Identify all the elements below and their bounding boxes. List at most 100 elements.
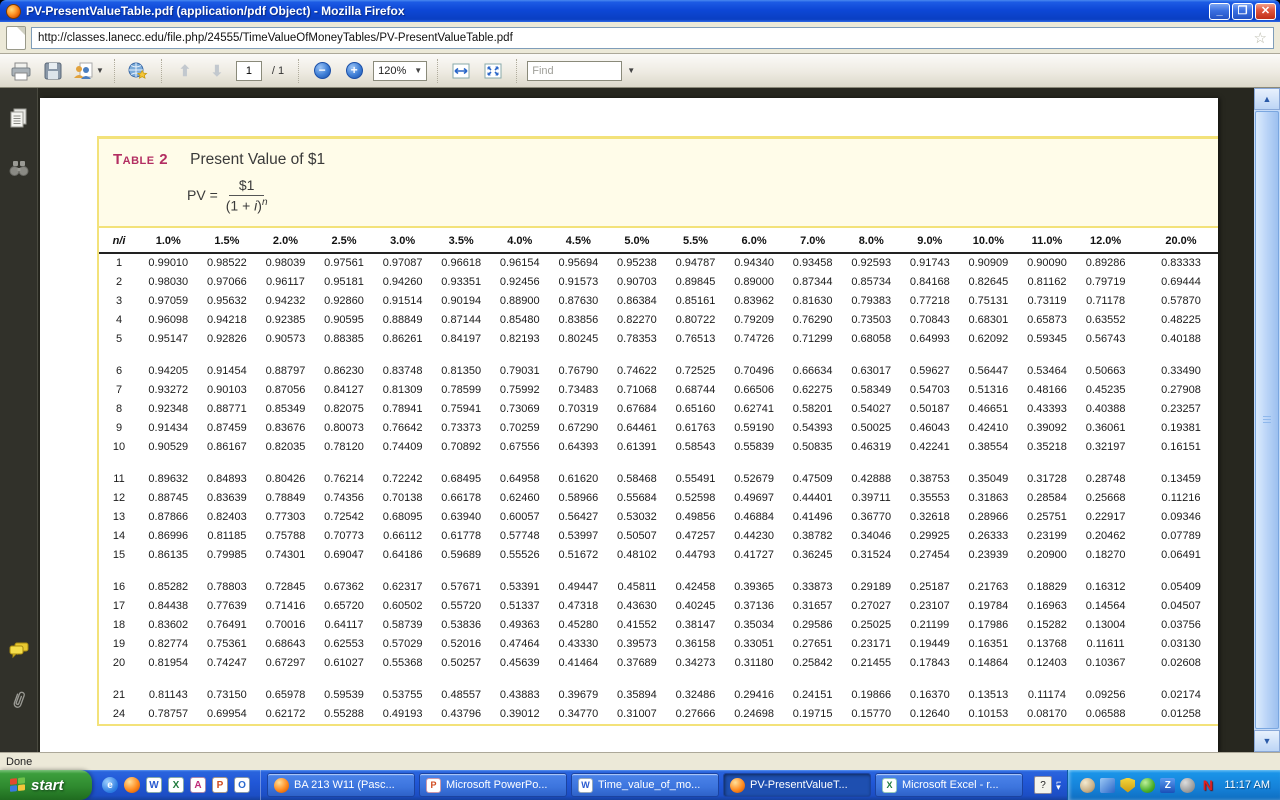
- pv-value-cell: 0.67684: [608, 400, 667, 419]
- pv-value-cell: 0.84438: [139, 597, 198, 616]
- pv-value-cell: 0.60502: [373, 597, 432, 616]
- binoculars-icon: [8, 159, 30, 177]
- print-button[interactable]: [8, 58, 34, 84]
- page-number-input[interactable]: [236, 61, 262, 81]
- pv-value-cell: 0.65160: [666, 400, 725, 419]
- pv-table-frame: Table 2 Present Value of $1 PV = $1 (1 +…: [97, 136, 1218, 726]
- bookmark-star-icon[interactable]: ☆: [1254, 29, 1267, 47]
- access-quicklaunch-icon[interactable]: A: [190, 777, 206, 793]
- z-app-icon[interactable]: Z: [1160, 778, 1175, 793]
- taskbar-task[interactable]: PMicrosoft PowerPo...: [419, 773, 567, 797]
- word-quicklaunch-icon[interactable]: W: [146, 777, 162, 793]
- pv-value-cell: 0.25751: [1018, 508, 1077, 527]
- status-text: Done: [6, 756, 32, 768]
- toolbar-chevron[interactable]: ⌐▾: [1056, 780, 1061, 790]
- pages-panel-button[interactable]: [7, 106, 31, 130]
- pv-value-cell: 0.31180: [725, 654, 784, 673]
- zoom-in-button[interactable]: +: [341, 58, 367, 84]
- pv-value-cell: 0.31524: [842, 546, 901, 565]
- close-button[interactable]: ✕: [1255, 3, 1276, 20]
- powerpoint-quicklaunch-icon[interactable]: P: [212, 777, 228, 793]
- pv-value-cell: 0.35553: [901, 489, 960, 508]
- pv-value-cell: 0.73373: [432, 419, 491, 438]
- novell-icon[interactable]: N: [1200, 778, 1215, 793]
- taskbar-task[interactable]: XMicrosoft Excel - r...: [875, 773, 1023, 797]
- pv-value-cell: 0.70496: [725, 362, 784, 381]
- messenger-icon[interactable]: [1080, 778, 1095, 793]
- pv-value-cell: 0.64186: [373, 546, 432, 565]
- pv-value-cell: 0.79719: [1076, 273, 1135, 292]
- minimize-button[interactable]: _: [1209, 3, 1230, 20]
- attachments-panel-button[interactable]: [7, 688, 31, 712]
- pv-value-cell: 0.52016: [432, 635, 491, 654]
- period-cell: 12: [99, 489, 139, 508]
- pv-value-cell: 0.59627: [901, 362, 960, 381]
- pv-value-cell: 0.13459: [1135, 470, 1218, 489]
- pv-value-cell: 0.03756: [1135, 616, 1218, 635]
- pv-value-cell: 0.27027: [842, 597, 901, 616]
- pv-value-cell: 0.96098: [139, 311, 198, 330]
- pv-value-cell: 0.91434: [139, 419, 198, 438]
- firefox-icon: [730, 778, 745, 793]
- pdf-page: Table 2 Present Value of $1 PV = $1 (1 +…: [40, 98, 1218, 752]
- pv-value-cell: 0.52598: [666, 489, 725, 508]
- pv-value-cell: 0.35034: [725, 616, 784, 635]
- pv-value-cell: 0.42410: [959, 419, 1018, 438]
- pv-value-cell: 0.46884: [725, 508, 784, 527]
- fit-page-button[interactable]: [480, 58, 506, 84]
- find-dropdown-button[interactable]: ▼: [622, 58, 638, 84]
- pv-value-cell: 0.57671: [432, 578, 491, 597]
- previous-page-button[interactable]: ⬆: [172, 58, 198, 84]
- fit-width-button[interactable]: [448, 58, 474, 84]
- pv-value-cell: 0.32618: [901, 508, 960, 527]
- pv-value-cell: 0.57029: [373, 635, 432, 654]
- comments-panel-button[interactable]: [7, 638, 31, 662]
- pv-value-cell: 0.34046: [842, 527, 901, 546]
- pv-value-cell: 0.47318: [549, 597, 608, 616]
- outlook-quicklaunch-icon[interactable]: O: [234, 777, 250, 793]
- save-button[interactable]: [40, 58, 66, 84]
- pv-value-cell: 0.76290: [783, 311, 842, 330]
- next-page-button[interactable]: ⬇: [204, 58, 230, 84]
- language-indicator[interactable]: ?: [1034, 776, 1052, 794]
- restore-button[interactable]: ❐: [1232, 3, 1253, 20]
- network-tool-icon[interactable]: [1100, 778, 1115, 793]
- pv-value-cell: 0.70319: [549, 400, 608, 419]
- pv-value-cell: 0.93351: [432, 273, 491, 292]
- pv-value-cell: 0.74726: [725, 330, 784, 349]
- pv-value-cell: 0.42241: [901, 438, 960, 457]
- find-input[interactable]: [527, 61, 622, 81]
- taskbar-task[interactable]: WTime_value_of_mo...: [571, 773, 719, 797]
- column-header: 11.0%: [1018, 228, 1077, 253]
- share-button[interactable]: [125, 58, 151, 84]
- pv-value-cell: 0.62741: [725, 400, 784, 419]
- collaborate-button[interactable]: ▼: [72, 58, 104, 84]
- firefox-quicklaunch-icon[interactable]: [124, 777, 140, 793]
- pv-value-cell: 0.14564: [1076, 597, 1135, 616]
- pv-value-cell: 0.27651: [783, 635, 842, 654]
- zoom-level-select[interactable]: 120% ▼: [373, 61, 427, 81]
- antivirus-icon[interactable]: [1140, 778, 1155, 793]
- zoom-out-button[interactable]: −: [309, 58, 335, 84]
- vertical-scrollbar[interactable]: ▲ ▼: [1254, 88, 1280, 752]
- scroll-down-arrow[interactable]: ▼: [1254, 730, 1280, 752]
- taskbar-task[interactable]: PV-PresentValueT...: [723, 773, 871, 797]
- table-row: 140.869960.811850.757880.707730.661120.6…: [99, 527, 1218, 546]
- volume-icon[interactable]: [1180, 778, 1195, 793]
- start-button[interactable]: start: [0, 770, 92, 800]
- security-shield-icon[interactable]: [1120, 778, 1135, 793]
- search-binoculars-button[interactable]: [7, 156, 31, 180]
- url-field[interactable]: http://classes.lanecc.edu/file.php/24555…: [31, 27, 1274, 49]
- collaborate-dropdown-arrow[interactable]: ▼: [96, 66, 104, 75]
- table-row: 170.844380.776390.714160.657200.605020.5…: [99, 597, 1218, 616]
- excel-icon: X: [882, 778, 897, 793]
- pv-value-cell: 0.78941: [373, 400, 432, 419]
- scrollbar-thumb[interactable]: [1255, 111, 1279, 729]
- ie-quicklaunch-icon[interactable]: e: [102, 777, 118, 793]
- task-buttons: BA 213 W11 (Pasc...PMicrosoft PowerPo...…: [261, 770, 1028, 800]
- pv-value-cell: 0.36158: [666, 635, 725, 654]
- excel-quicklaunch-icon[interactable]: X: [168, 777, 184, 793]
- scroll-up-arrow[interactable]: ▲: [1254, 88, 1280, 110]
- pv-value-cell: 0.93272: [139, 381, 198, 400]
- taskbar-task[interactable]: BA 213 W11 (Pasc...: [267, 773, 415, 797]
